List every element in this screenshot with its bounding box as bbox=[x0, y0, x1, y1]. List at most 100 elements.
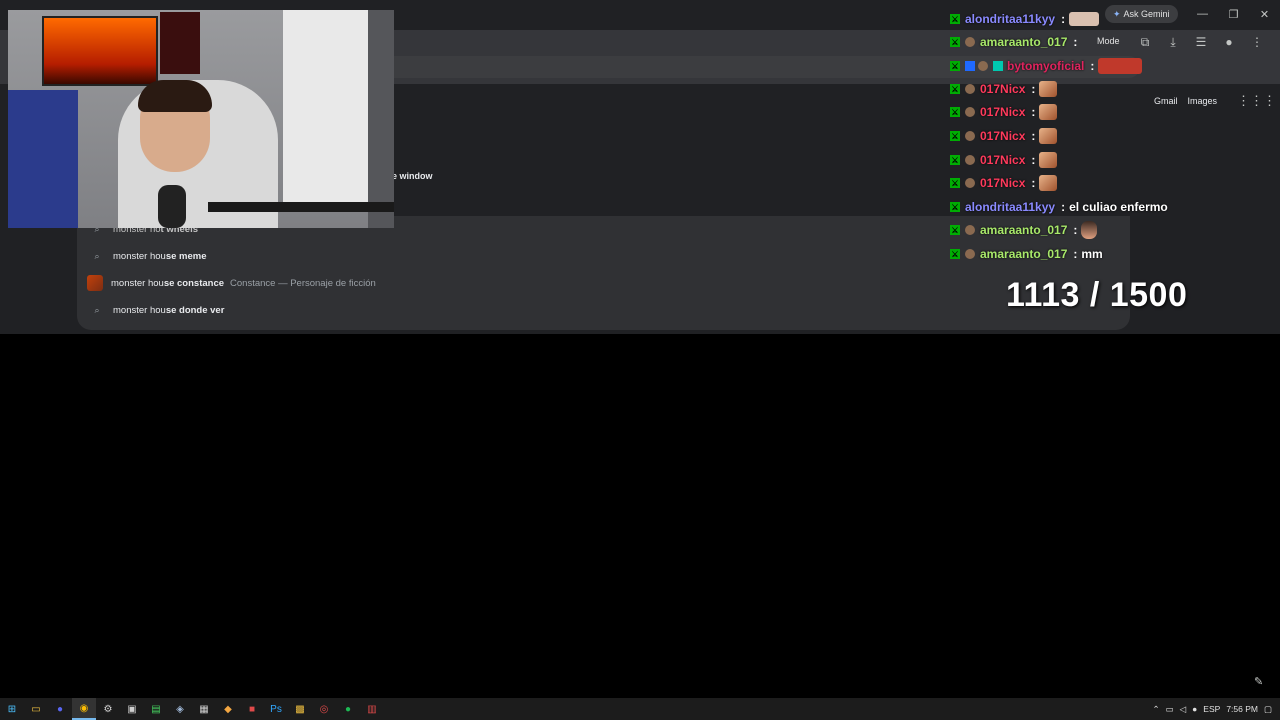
microphone-icon[interactable]: ● bbox=[1192, 704, 1197, 714]
language-indicator[interactable]: ESP bbox=[1203, 704, 1220, 714]
volume-icon[interactable]: ◁ bbox=[1180, 704, 1187, 715]
app-icon[interactable]: ▩ bbox=[288, 698, 312, 720]
webcam-overlay bbox=[8, 10, 394, 228]
webcam-mic-arm bbox=[208, 202, 394, 212]
chat-message: ⚔ bytomyoficial : bbox=[950, 57, 1143, 75]
suggestion-suffix: se constance bbox=[163, 277, 225, 289]
chat-emote bbox=[1039, 104, 1058, 120]
suggestion-subtitle: Constance — Personaje de ficción bbox=[230, 277, 376, 289]
taskbar: ⊞ ▭ ● ◉ ⚙ ▣ ▤ ◈ ▦ ◆ ■ Ps ▩ ◎ ● ▥ ⌃ ▭ ◁ ●… bbox=[0, 698, 1280, 720]
webcam-microphone bbox=[158, 185, 186, 228]
chat-username: amaraanto_017 bbox=[980, 35, 1068, 49]
system-tray: ⌃ ▭ ◁ ● ESP 7:56 PM ▢ bbox=[1152, 698, 1280, 720]
file-explorer-icon[interactable]: ▭ bbox=[24, 698, 48, 720]
obs-icon[interactable]: ◎ bbox=[312, 698, 336, 720]
sub-badge-icon bbox=[965, 131, 975, 141]
suggestion-item[interactable]: ⌕ monster hou se donde ver bbox=[90, 300, 224, 320]
discord-icon[interactable]: ● bbox=[48, 698, 72, 720]
moderator-badge-icon: ⚔ bbox=[950, 61, 960, 71]
desktop-screen: ✦ Ask Gemini — ❐ ✕ Mode ⧉ ⤓ ☰ ● ⋮ Gmail … bbox=[0, 0, 1280, 720]
chat-message: ⚔ 017Nicx : bbox=[950, 174, 1058, 192]
chat-message: ⚔ 017Nicx : bbox=[950, 80, 1058, 98]
sub-badge-icon bbox=[965, 225, 975, 235]
chat-username: amaraanto_017 bbox=[980, 247, 1068, 261]
sub-badge-icon bbox=[965, 155, 975, 165]
chat-username: 017Nicx bbox=[980, 82, 1026, 96]
chat-message: ⚔ alondritaa11kyy : bbox=[950, 10, 1100, 28]
sub-badge-icon bbox=[965, 84, 975, 94]
terminal-icon[interactable]: ▤ bbox=[144, 698, 168, 720]
webcam-shelf bbox=[283, 10, 368, 210]
suggestion-suffix: se meme bbox=[165, 250, 207, 262]
webcam-chair bbox=[8, 90, 78, 228]
verified-badge-icon bbox=[965, 61, 975, 71]
clock[interactable]: 7:56 PM bbox=[1226, 704, 1258, 714]
chat-username: 017Nicx bbox=[980, 129, 1026, 143]
settings-icon[interactable]: ⚙ bbox=[96, 698, 120, 720]
stream-chat-overlay: ⚔ alondritaa11kyy : ⚔ amaraanto_017 : ⚔ … bbox=[950, 0, 1280, 270]
sub-badge-icon bbox=[965, 249, 975, 259]
photoshop-icon[interactable]: Ps bbox=[264, 698, 288, 720]
app-icon[interactable]: ■ bbox=[240, 698, 264, 720]
moderator-badge-icon: ⚔ bbox=[950, 202, 960, 212]
chrome-icon[interactable]: ◉ bbox=[72, 698, 96, 720]
chat-emote bbox=[1039, 152, 1058, 168]
moderator-badge-icon: ⚔ bbox=[950, 84, 960, 94]
sub-badge-icon bbox=[978, 61, 988, 71]
chat-message: ⚔ amaraanto_017 : bbox=[950, 221, 1098, 239]
moderator-badge-icon: ⚔ bbox=[950, 131, 960, 141]
window-hint-text: e window bbox=[392, 171, 433, 181]
moderator-badge-icon: ⚔ bbox=[950, 14, 960, 24]
suggestion-item[interactable]: ⌕ monster hou se meme bbox=[90, 246, 206, 266]
moderator-badge-icon: ⚔ bbox=[950, 107, 960, 117]
sub-badge-icon bbox=[965, 37, 975, 47]
chat-message: ⚔ amaraanto_017 : bbox=[950, 35, 1078, 49]
app-icon[interactable]: ▥ bbox=[360, 698, 384, 720]
spotify-icon[interactable]: ● bbox=[336, 698, 360, 720]
webcam-tv-fireplace bbox=[42, 16, 158, 86]
capture-icon[interactable]: ▣ bbox=[120, 698, 144, 720]
steam-icon[interactable]: ◈ bbox=[168, 698, 192, 720]
chat-emote bbox=[1039, 175, 1058, 191]
chat-emote bbox=[1039, 128, 1058, 144]
app-icon[interactable]: ▦ bbox=[192, 698, 216, 720]
webcam-hair bbox=[138, 80, 212, 112]
webcam-poster bbox=[160, 12, 200, 74]
moderator-badge-icon: ⚔ bbox=[950, 155, 960, 165]
chat-emote bbox=[1081, 221, 1098, 239]
moderator-badge-icon: ⚔ bbox=[950, 249, 960, 259]
suggestion-prefix: monster hou bbox=[111, 277, 164, 289]
suggestion-prefix: monster hou bbox=[113, 304, 166, 316]
chat-text: mm bbox=[1081, 247, 1103, 261]
suggestion-thumbnail bbox=[87, 275, 103, 291]
chat-username: 017Nicx bbox=[980, 153, 1026, 167]
chat-username: alondritaa11kyy bbox=[965, 12, 1056, 26]
chat-username: alondritaa11kyy bbox=[965, 200, 1056, 214]
app-icon[interactable]: ◆ bbox=[216, 698, 240, 720]
chevron-up-icon[interactable]: ⌃ bbox=[1152, 704, 1159, 715]
page-background bbox=[0, 334, 1280, 698]
notification-icon[interactable]: ▢ bbox=[1264, 704, 1272, 715]
windows-start-icon[interactable]: ⊞ bbox=[0, 698, 24, 720]
chat-message: ⚔ amaraanto_017 : mm bbox=[950, 247, 1103, 261]
chat-emote bbox=[1069, 12, 1100, 26]
goal-counter: 1113 / 1500 bbox=[1006, 276, 1188, 314]
chat-username: bytomyoficial bbox=[1007, 59, 1085, 73]
sub-badge-icon bbox=[965, 178, 975, 188]
webcam-door bbox=[368, 10, 394, 228]
chat-username: 017Nicx bbox=[980, 105, 1026, 119]
suggestion-item[interactable]: monster hou se constance Constance — Pers… bbox=[87, 273, 376, 293]
chat-username: amaraanto_017 bbox=[980, 223, 1068, 237]
sub-badge-icon bbox=[965, 107, 975, 117]
moderator-badge-icon: ⚔ bbox=[950, 37, 960, 47]
partner-badge-icon bbox=[993, 61, 1003, 71]
search-icon: ⌕ bbox=[94, 304, 100, 315]
moderator-badge-icon: ⚔ bbox=[950, 225, 960, 235]
chat-emote bbox=[1039, 81, 1058, 97]
moderator-badge-icon: ⚔ bbox=[950, 178, 960, 188]
chat-message: ⚔ alondritaa11kyy : el culiao enfermo bbox=[950, 200, 1168, 214]
search-icon: ⌕ bbox=[94, 250, 100, 261]
chat-message: ⚔ 017Nicx : bbox=[950, 151, 1058, 169]
network-icon[interactable]: ▭ bbox=[1166, 704, 1174, 715]
pencil-icon[interactable]: ✎ bbox=[1254, 675, 1263, 688]
